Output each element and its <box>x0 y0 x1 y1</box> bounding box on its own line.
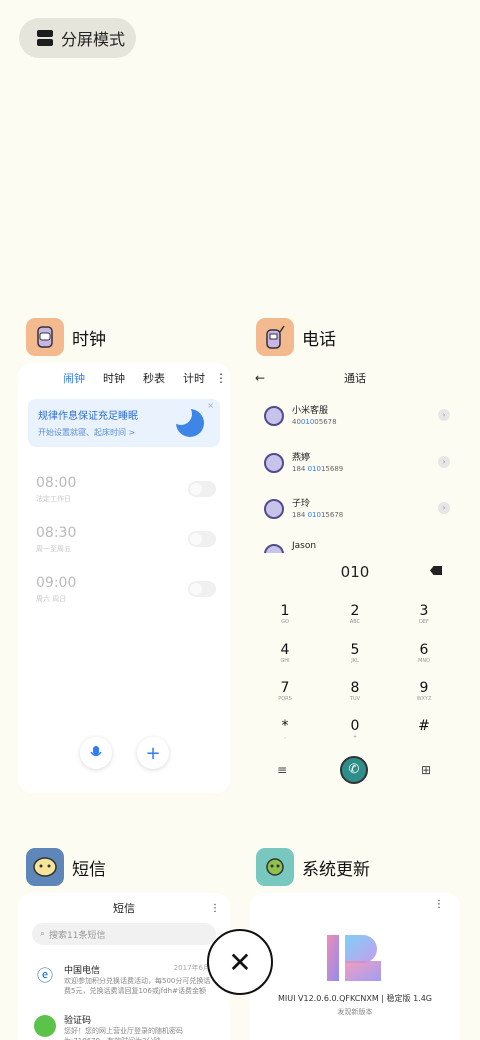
phone-app-icon <box>256 318 294 356</box>
split-screen-label: 分屏模式 <box>61 30 126 49</box>
more-icon[interactable]: ⋮ <box>210 903 220 914</box>
alarm-repeat: 法定工作日 <box>36 495 71 503</box>
split-screen-icon <box>37 30 53 46</box>
dial-key[interactable]: 3 DEF <box>404 603 444 625</box>
add-alarm-button[interactable]: + <box>137 737 169 769</box>
alarm-item[interactable]: 08:30 周一至周五 <box>36 525 216 554</box>
dialpad-icon[interactable]: ⊞ <box>421 763 431 777</box>
phone-app-header[interactable]: 电话 <box>256 318 336 356</box>
sms-header: 短信 ⋮ <box>18 893 230 923</box>
avatar <box>264 499 284 519</box>
dial-key[interactable]: 5 JKL <box>335 642 375 664</box>
dial-key[interactable]: 9 WXYZ <box>404 680 444 702</box>
update-status: 发现新版本 <box>337 1008 373 1016</box>
alarm-toggle[interactable] <box>188 481 216 497</box>
phone-app-card[interactable]: ← 通话 小米客服 4001005678 › 燕婷 184 01015689 ›… <box>250 363 460 793</box>
contact-name: 燕婷 <box>292 453 311 463</box>
update-app-icon <box>256 848 294 886</box>
search-icon: ⌕ <box>40 929 46 939</box>
close-icon: ✕ <box>228 945 252 979</box>
alarm-repeat: 周一至周五 <box>36 545 71 553</box>
back-arrow-icon[interactable]: ← <box>255 371 265 385</box>
tab-timer[interactable]: 计时 <box>174 370 214 386</box>
update-app-card[interactable]: ⋮ MIUI V12.0.6.0.QFKCNXM | 稳定版 1.4G 发现新版… <box>250 893 460 1040</box>
contact-number: 184 01015689 <box>292 465 344 473</box>
contact-name: 子玲 <box>292 499 311 509</box>
update-app-name: 系统更新 <box>302 859 370 880</box>
dial-key[interactable]: 8 TUV <box>335 680 375 702</box>
more-icon[interactable]: ⋮ <box>214 371 228 385</box>
dial-key[interactable]: 0 + <box>335 718 375 740</box>
avatar <box>264 544 284 553</box>
contact-number: 184 01015678 <box>292 511 344 519</box>
close-icon[interactable]: × <box>207 401 214 410</box>
alarm-item[interactable]: 08:00 法定工作日 <box>36 475 216 504</box>
tab-stopwatch[interactable]: 秒表 <box>134 370 174 386</box>
moon-icon <box>170 403 204 437</box>
dial-key[interactable]: # <box>404 718 444 734</box>
avatar <box>34 1015 56 1037</box>
update-app-header[interactable]: 系统更新 <box>256 848 370 886</box>
clock-app-card[interactable]: 闹钟 时钟 秒表 计时 ⋮ 规律作息保证充足睡眠 开始设置就寝、起床时间 > ×… <box>18 363 230 793</box>
sleep-banner[interactable]: 规律作息保证充足睡眠 开始设置就寝、起床时间 > × <box>28 399 220 447</box>
update-version: MIUI V12.0.6.0.QFKCNXM | 稳定版 1.4G <box>277 994 433 1003</box>
split-screen-button[interactable]: 分屏模式 <box>19 18 136 58</box>
sms-title: 短信 <box>113 902 135 915</box>
contact-item[interactable]: 小米客服 4001005678 › <box>264 401 450 431</box>
message-preview: 您好！您的网上营业厅登录的随机密码为:710679，有效时间为3分钟 <box>64 1027 183 1040</box>
dial-key[interactable]: 4 GHI <box>265 642 305 664</box>
clock-app-icon <box>26 318 64 356</box>
clock-app-name: 时钟 <box>72 329 106 350</box>
message-sender: 中国电信 <box>64 966 101 976</box>
phone-title: 通话 <box>344 372 366 385</box>
alarm-toggle[interactable] <box>188 581 216 597</box>
phone-app-name: 电话 <box>302 329 336 350</box>
contact-item[interactable]: Jason <box>264 539 450 553</box>
call-button[interactable]: ✆ <box>340 756 368 784</box>
tab-alarm[interactable]: 闹钟 <box>54 370 94 386</box>
chevron-right-icon[interactable]: › <box>438 409 450 421</box>
miui-12-logo-icon <box>327 935 381 981</box>
dialed-number: 010 <box>340 563 370 581</box>
voice-alarm-button[interactable] <box>80 737 112 769</box>
clear-all-button[interactable]: ✕ <box>207 929 273 995</box>
contact-number: 4001005678 <box>292 418 337 426</box>
sms-app-header[interactable]: 短信 <box>26 848 106 886</box>
message-time: 2017年6月 <box>173 964 210 972</box>
dial-key[interactable]: 6 MNO <box>404 642 444 664</box>
alarm-repeat: 周六 周日 <box>36 595 67 603</box>
alarm-item[interactable]: 09:00 周六 周日 <box>36 575 216 604</box>
dial-key[interactable]: 1 GO <box>265 603 305 625</box>
tab-clock[interactable]: 时钟 <box>94 370 134 386</box>
contact-name: 小米客服 <box>292 406 329 416</box>
contact-item[interactable]: 子玲 184 01015678 › <box>264 494 450 524</box>
sms-search-placeholder: 搜索11条短信 <box>49 930 106 941</box>
microphone-icon <box>90 746 102 757</box>
dial-key[interactable]: 2 ABC <box>335 603 375 625</box>
more-icon[interactable]: ⋮ <box>434 899 444 910</box>
avatar <box>264 406 284 426</box>
clock-tabs: 闹钟 时钟 秒表 计时 ⋮ <box>18 363 230 393</box>
menu-icon[interactable]: ≡ <box>277 763 287 777</box>
sms-app-card[interactable]: 短信 ⋮ ⌕ 搜索11条短信 ⓔ 中国电信 2017年6月 欢迎参加积分兑换话费… <box>18 893 230 1040</box>
chevron-right-icon[interactable]: › <box>438 502 450 514</box>
message-preview: 欢迎参加积分兑换话费活动，每500分可兑换话费5元，兑换话费请回复106或jfd… <box>64 977 211 995</box>
dial-key[interactable]: 7 PQRS <box>265 680 305 702</box>
chevron-right-icon[interactable]: › <box>438 456 450 468</box>
avatar <box>264 453 284 473</box>
dial-key[interactable]: *, <box>265 718 305 740</box>
clock-app-header[interactable]: 时钟 <box>26 318 106 356</box>
plus-icon: + <box>145 742 161 764</box>
message-sender: 验证码 <box>64 1016 92 1026</box>
phone-header: ← 通话 <box>250 363 460 393</box>
alarm-toggle[interactable] <box>188 531 216 547</box>
phone-icon: ✆ <box>348 762 360 777</box>
contact-name: Jason <box>292 541 317 551</box>
sms-search-input[interactable]: ⌕ 搜索11条短信 <box>32 923 216 945</box>
sms-app-name: 短信 <box>72 859 106 880</box>
messages-app-icon <box>26 848 64 886</box>
china-telecom-icon: ⓔ <box>34 965 56 987</box>
contact-item[interactable]: 燕婷 184 01015689 › <box>264 448 450 478</box>
